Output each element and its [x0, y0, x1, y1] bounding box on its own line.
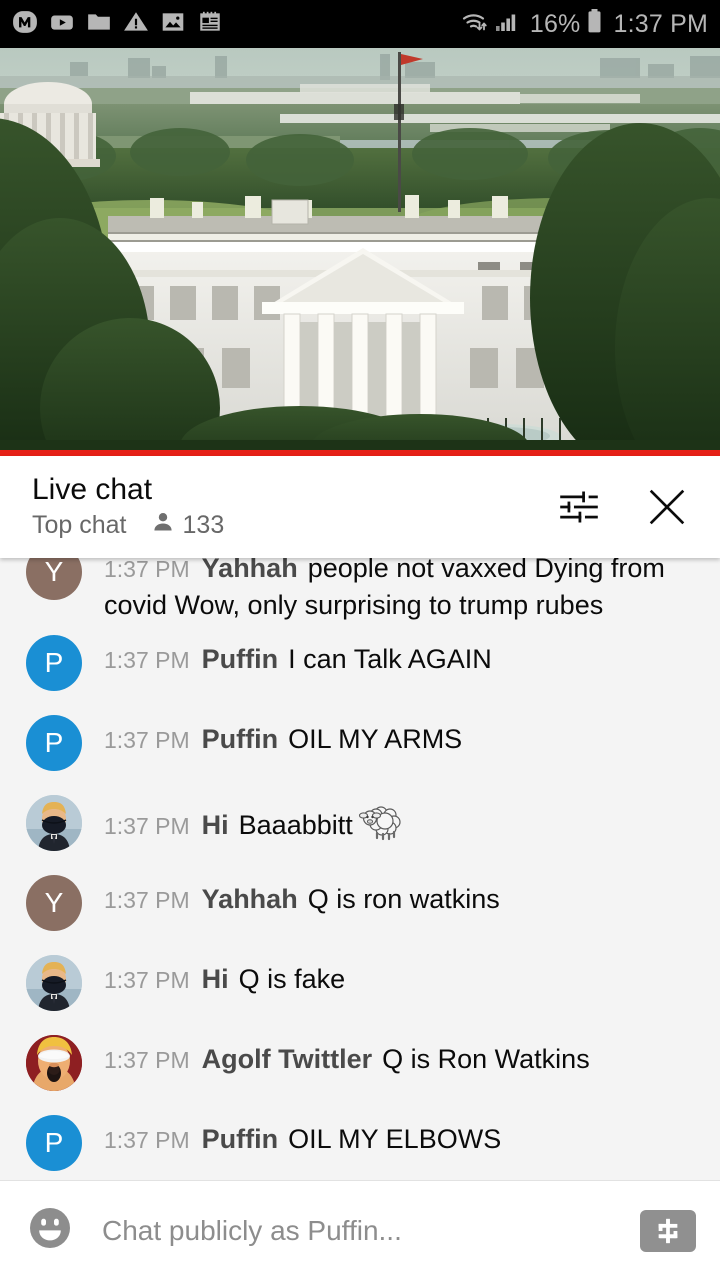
avatar[interactable]: P — [26, 635, 82, 692]
message-timestamp: 1:37 PM — [104, 1127, 190, 1154]
message-timestamp: 1:37 PM — [104, 1047, 190, 1074]
chat-message-body: 1:37 PM Yahhah Q is ron watkins — [104, 863, 700, 918]
message-text: Q is Ron Watkins — [382, 1044, 590, 1075]
battery-icon — [586, 8, 603, 40]
message-author[interactable]: Puffin — [202, 644, 278, 674]
avatar[interactable] — [26, 955, 82, 1012]
tune-sliders-icon[interactable] — [556, 484, 602, 530]
message-author[interactable]: Yahhah — [202, 558, 298, 583]
status-bar-notification-icons — [12, 9, 223, 40]
caricature-avatar-photo — [26, 1035, 82, 1092]
message-text: Baaabbitt — [238, 810, 353, 841]
dollar-superchat-icon[interactable] — [640, 1209, 696, 1252]
message-author[interactable]: Hi — [202, 810, 229, 840]
wifi-transfer-icon — [460, 9, 490, 40]
avatar-initial: P — [44, 727, 64, 759]
chat-message-body: 1:37 PM Yahhah people not vaxxed Dying fro… — [104, 558, 700, 623]
folder-icon — [86, 9, 112, 40]
message-author[interactable]: Hi — [202, 964, 229, 994]
avatar-initial: P — [44, 1127, 64, 1159]
image-icon — [160, 9, 186, 40]
chat-message[interactable]: Y 1:37 PM Yahhah people not vaxxed Dying f… — [0, 558, 720, 623]
avatar[interactable]: Y — [26, 875, 82, 932]
chat-message-list[interactable]: Y 1:37 PM Yahhah people not vaxxed Dying f… — [0, 558, 720, 1180]
masked-man-avatar-photo — [26, 955, 82, 1012]
message-timestamp: 1:37 PM — [104, 647, 190, 674]
warning-triangle-icon — [123, 9, 149, 40]
chat-composer-bar — [0, 1180, 720, 1280]
avatar-initial: Y — [44, 558, 64, 587]
status-bar: 16% 1:37 PM — [0, 0, 720, 48]
chat-message-body: 1:37 PM Agolf Twittler Q is Ron Watkins — [104, 1023, 700, 1078]
chat-message[interactable]: 1:37 PM Hi Baaabbitt — [0, 783, 720, 863]
status-bar-system-icons: 16% 1:37 PM — [460, 8, 708, 40]
chat-message-body: 1:37 PM Puffin OIL MY ELBOWS — [104, 1103, 700, 1158]
message-timestamp: 1:37 PM — [104, 967, 190, 994]
message-text: Q is ron watkins — [307, 884, 500, 915]
message-author[interactable]: Puffin — [202, 724, 278, 754]
chat-title-block: Live chat Top chat 133 — [32, 473, 224, 541]
avatar[interactable]: P — [26, 1115, 82, 1172]
battery-percent-label: 16% — [529, 9, 581, 38]
message-text: Q is fake — [238, 964, 346, 995]
message-text: OIL MY ELBOWS — [288, 1124, 502, 1155]
chat-message-body: 1:37 PM Puffin I can Talk AGAIN — [104, 623, 700, 678]
chat-message[interactable]: 1:37 PM Agolf Twittler Q is Ron Watkins — [0, 1023, 720, 1103]
chat-message-body: 1:37 PM Hi Q is fake — [104, 943, 700, 998]
avatar[interactable] — [26, 1035, 82, 1092]
person-icon — [151, 510, 175, 541]
video-player[interactable] — [0, 48, 720, 455]
chat-message-body: 1:37 PM Puffin OIL MY ARMS — [104, 703, 700, 758]
cellular-signal-icon — [494, 9, 520, 40]
viewer-count-group: 133 — [151, 510, 225, 541]
message-timestamp: 1:37 PM — [104, 813, 190, 840]
avatar[interactable] — [26, 795, 82, 852]
avatar-initial: P — [44, 647, 64, 679]
message-text: I can Talk AGAIN — [288, 644, 492, 675]
message-text: OIL MY ARMS — [288, 724, 463, 755]
message-timestamp: 1:37 PM — [104, 887, 190, 914]
chat-message[interactable]: Y 1:37 PM Yahhah Q is ron watkins — [0, 863, 720, 943]
avatar[interactable]: P — [26, 715, 82, 772]
avatar-initial: Y — [44, 887, 64, 919]
message-author[interactable]: Yahhah — [202, 884, 298, 914]
message-timestamp: 1:37 PM — [104, 727, 190, 754]
viewer-count: 133 — [182, 510, 225, 539]
chat-message[interactable]: P 1:37 PM Puffin OIL MY ELBOWS — [0, 1103, 720, 1180]
phone-screen: 16% 1:37 PM Live chat Top chat 133 Y 1:3… — [0, 0, 720, 1280]
emoji-smiley-icon[interactable] — [26, 1204, 74, 1257]
chat-header-actions — [556, 484, 698, 530]
youtube-icon — [49, 9, 75, 40]
sheep-emoji — [357, 801, 401, 851]
message-timestamp: 1:37 PM — [104, 558, 190, 582]
m-app-icon — [12, 9, 38, 40]
status-bar-clock: 1:37 PM — [613, 9, 708, 38]
message-author[interactable]: Agolf Twittler — [202, 1044, 372, 1074]
chat-message[interactable]: P 1:37 PM Puffin I can Talk AGAIN — [0, 623, 720, 703]
notepad-icon — [197, 9, 223, 40]
avatar[interactable]: Y — [26, 558, 82, 600]
white-house-live-frame — [0, 48, 720, 455]
chat-subheader: Top chat 133 — [32, 510, 224, 541]
chat-message[interactable]: 1:37 PM Hi Q is fake — [0, 943, 720, 1023]
chat-message-body: 1:37 PM Hi Baaabbitt — [104, 783, 700, 851]
chat-message[interactable]: P 1:37 PM Puffin OIL MY ARMS — [0, 703, 720, 783]
close-icon[interactable] — [644, 484, 690, 530]
masked-man-avatar-photo — [26, 795, 82, 852]
chat-mode-label[interactable]: Top chat — [32, 511, 127, 540]
page-title: Live chat — [32, 473, 153, 507]
message-author[interactable]: Puffin — [202, 1124, 278, 1154]
chat-input[interactable] — [102, 1214, 626, 1247]
live-chat-header: Live chat Top chat 133 — [0, 456, 720, 558]
